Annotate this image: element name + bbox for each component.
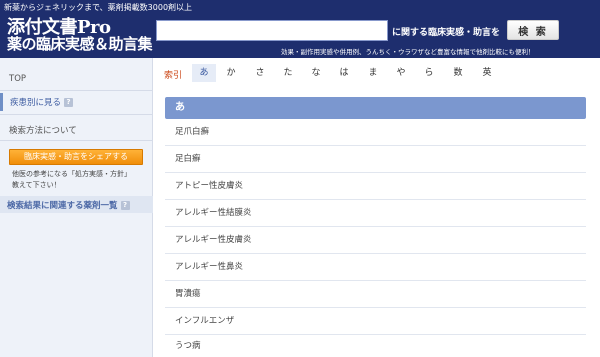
disease-list-item[interactable]: 足白癬 xyxy=(165,146,586,173)
share-advice-button[interactable]: 臨床実感・助言をシェアする xyxy=(9,149,143,165)
section-heading: あ xyxy=(165,97,586,119)
disease-list-item[interactable]: アレルギー性結膜炎 xyxy=(165,200,586,227)
sidebar: TOP 疾患別に見る? 検索方法について 臨床実感・助言をシェアする 他医の参考… xyxy=(0,58,153,357)
active-indicator xyxy=(0,93,3,111)
help-icon[interactable]: ? xyxy=(120,201,130,210)
kana-tab-a[interactable]: あ xyxy=(192,64,216,82)
sidebar-item-search-method[interactable]: 検索方法について xyxy=(9,124,77,136)
sidebar-item-disease-label: 疾患別に見る xyxy=(10,98,62,108)
share-note-line-1: 他医の参考になる「処方実感・方針」 xyxy=(12,170,131,178)
disease-list-item[interactable]: 胃潰瘍 xyxy=(165,281,586,308)
kana-tab-na[interactable]: な xyxy=(304,64,328,82)
related-drugs-heading[interactable]: 検索結果に関連する薬剤一覧? xyxy=(0,196,153,213)
header-description: 効果・副作用実感や併用例、うんちく・ウラワザなど豊富な情報で他剤比較にも便利！ xyxy=(281,48,535,56)
disease-list-item[interactable]: うつ病 xyxy=(165,333,586,357)
disease-list-item[interactable]: アレルギー性皮膚炎 xyxy=(165,227,586,254)
site-header: 新薬からジェネリックまで、薬剤掲載数3000剤以上 添付文書Pro 薬の臨床実感… xyxy=(0,0,600,58)
site-logo-subtitle[interactable]: 薬の臨床実感＆助言集 xyxy=(7,33,153,54)
index-label: 索引 xyxy=(164,71,183,81)
help-icon[interactable]: ? xyxy=(64,98,74,107)
header-tagline: 新薬からジェネリックまで、薬剤掲載数3000剤以上 xyxy=(4,3,193,12)
search-input[interactable] xyxy=(156,20,388,41)
share-note-line-2: 教えて下さい！ xyxy=(12,181,61,189)
kana-tab-number[interactable]: 数 xyxy=(446,64,470,82)
kana-tab-ha[interactable]: は xyxy=(332,64,356,82)
kana-tab-sa[interactable]: さ xyxy=(248,64,272,82)
kana-tab-ma[interactable]: ま xyxy=(361,64,385,82)
kana-tab-english[interactable]: 英 xyxy=(475,64,499,82)
kana-tab-ta[interactable]: た xyxy=(276,64,300,82)
related-drugs-label: 検索結果に関連する薬剤一覧 xyxy=(7,201,118,211)
disease-list-item[interactable]: アトピー性皮膚炎 xyxy=(165,173,586,200)
sidebar-item-top[interactable]: TOP xyxy=(9,74,26,84)
kana-tab-ka[interactable]: か xyxy=(219,64,243,82)
search-button[interactable]: 検 索 xyxy=(507,20,559,40)
sidebar-divider xyxy=(0,140,153,141)
kana-tab-ya[interactable]: や xyxy=(389,64,413,82)
disease-list-item[interactable]: アレルギー性鼻炎 xyxy=(165,254,586,281)
disease-list-item[interactable]: 足爪白癬 xyxy=(165,119,586,146)
kana-tab-ra[interactable]: ら xyxy=(417,64,441,82)
sidebar-item-disease[interactable]: 疾患別に見る? xyxy=(0,91,153,113)
disease-list-item[interactable]: インフルエンザ xyxy=(165,308,586,335)
search-suffix-label: に関する臨床実感・助言を xyxy=(392,28,501,38)
sidebar-divider xyxy=(0,114,153,115)
